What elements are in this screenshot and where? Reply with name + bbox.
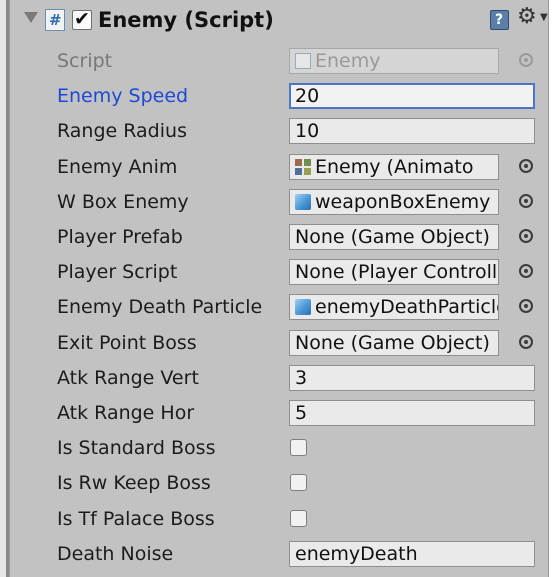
range-radius-input[interactable]: 10: [289, 118, 535, 144]
field-value: Enemy: [315, 50, 381, 72]
field-label: Player Script: [57, 261, 178, 283]
component-enabled-checkbox[interactable]: [72, 8, 92, 30]
field-row-w-box-enemy: W Box Enemy weaponBoxEnemy: [9, 185, 549, 219]
animator-icon: [295, 159, 311, 175]
field-value: 3: [295, 367, 308, 389]
field-label: Is Tf Palace Boss: [57, 508, 215, 530]
csharp-script-icon: [45, 9, 65, 31]
field-label: Atk Range Vert: [57, 367, 199, 389]
w-box-enemy-object-field[interactable]: weaponBoxEnemy: [289, 189, 499, 215]
object-picker-icon[interactable]: [519, 194, 533, 208]
field-label: Exit Point Boss: [57, 332, 197, 354]
field-row-player-script: Player Script None (Player Controller): [9, 255, 549, 289]
field-row-is-tf-palace-boss: Is Tf Palace Boss: [9, 502, 549, 536]
field-value: None (Game Object): [295, 226, 490, 248]
field-value: 20: [295, 85, 320, 107]
component-header: Enemy (Script) ⚙ ▼: [9, 0, 549, 42]
help-book-icon[interactable]: [490, 10, 509, 30]
field-row-atk-range-hor: Atk Range Hor 5: [9, 396, 549, 430]
foldout-arrow-icon[interactable]: [24, 12, 38, 23]
field-label: Range Radius: [57, 120, 187, 142]
script-object-field: Enemy: [289, 48, 499, 74]
field-label: Is Standard Boss: [57, 437, 216, 459]
field-row-script: Script Enemy: [9, 44, 549, 78]
field-row-death-noise: Death Noise enemyDeath: [9, 537, 549, 571]
object-picker-icon[interactable]: [519, 335, 533, 349]
field-value: enemyDeathParticle: [315, 296, 499, 318]
dropdown-caret-icon: ▼: [540, 12, 548, 23]
component-title: Enemy (Script): [98, 8, 274, 32]
field-row-enemy-speed: Enemy Speed 20: [9, 79, 549, 113]
field-row-enemy-anim: Enemy Anim Enemy (Animato: [9, 150, 549, 184]
object-picker-icon[interactable]: [519, 159, 533, 173]
field-value: None (Player Controller): [295, 261, 498, 283]
field-value: enemyDeath: [295, 543, 418, 565]
field-value: 10: [295, 120, 320, 142]
field-value: weaponBoxEnemy: [315, 191, 491, 213]
field-row-range-radius: Range Radius 10: [9, 114, 549, 148]
field-row-is-standard-boss: Is Standard Boss: [9, 431, 549, 465]
field-label: Script: [57, 50, 113, 72]
player-prefab-object-field[interactable]: None (Game Object): [289, 224, 499, 250]
field-label: Enemy Death Particle: [57, 296, 263, 318]
field-value: None (Game Object): [295, 332, 490, 354]
gear-icon[interactable]: ⚙: [517, 4, 537, 30]
atk-range-vert-input[interactable]: 3: [289, 365, 535, 391]
field-label: Player Prefab: [57, 226, 183, 248]
object-picker-icon[interactable]: [519, 229, 533, 243]
field-label: Enemy Speed: [57, 85, 189, 107]
window-left-edge: [0, 0, 9, 577]
field-row-atk-range-vert: Atk Range Vert 3: [9, 361, 549, 395]
enemy-anim-object-field[interactable]: Enemy (Animato: [289, 154, 499, 180]
field-label: Enemy Anim: [57, 156, 178, 178]
field-label: Is Rw Keep Boss: [57, 472, 211, 494]
prefab-icon: [295, 194, 311, 210]
prefab-icon: [295, 299, 311, 315]
field-row-enemy-death-particle: Enemy Death Particle enemyDeathParticle: [9, 290, 549, 324]
object-picker-icon: [519, 53, 533, 67]
field-label: Atk Range Hor: [57, 402, 195, 424]
field-label: Death Noise: [57, 543, 174, 565]
is-tf-palace-boss-checkbox[interactable]: [290, 510, 307, 527]
field-row-player-prefab: Player Prefab None (Game Object): [9, 220, 549, 254]
death-noise-input[interactable]: enemyDeath: [289, 541, 535, 567]
is-standard-boss-checkbox[interactable]: [290, 439, 307, 456]
exit-point-boss-object-field[interactable]: None (Game Object): [289, 330, 499, 356]
field-value: 5: [295, 402, 308, 424]
field-value: Enemy (Animato: [315, 156, 474, 178]
enemy-death-particle-object-field[interactable]: enemyDeathParticle: [289, 294, 499, 320]
player-script-object-field[interactable]: None (Player Controller): [289, 259, 499, 285]
enemy-speed-input[interactable]: 20: [289, 83, 535, 109]
field-row-exit-point-boss: Exit Point Boss None (Game Object): [9, 326, 549, 360]
is-rw-keep-boss-checkbox[interactable]: [290, 474, 307, 491]
field-label: W Box Enemy: [57, 191, 189, 213]
script-icon: [295, 53, 311, 69]
object-picker-icon[interactable]: [519, 299, 533, 313]
field-row-is-rw-keep-boss: Is Rw Keep Boss: [9, 466, 549, 500]
object-picker-icon[interactable]: [519, 264, 533, 278]
atk-range-hor-input[interactable]: 5: [289, 400, 535, 426]
